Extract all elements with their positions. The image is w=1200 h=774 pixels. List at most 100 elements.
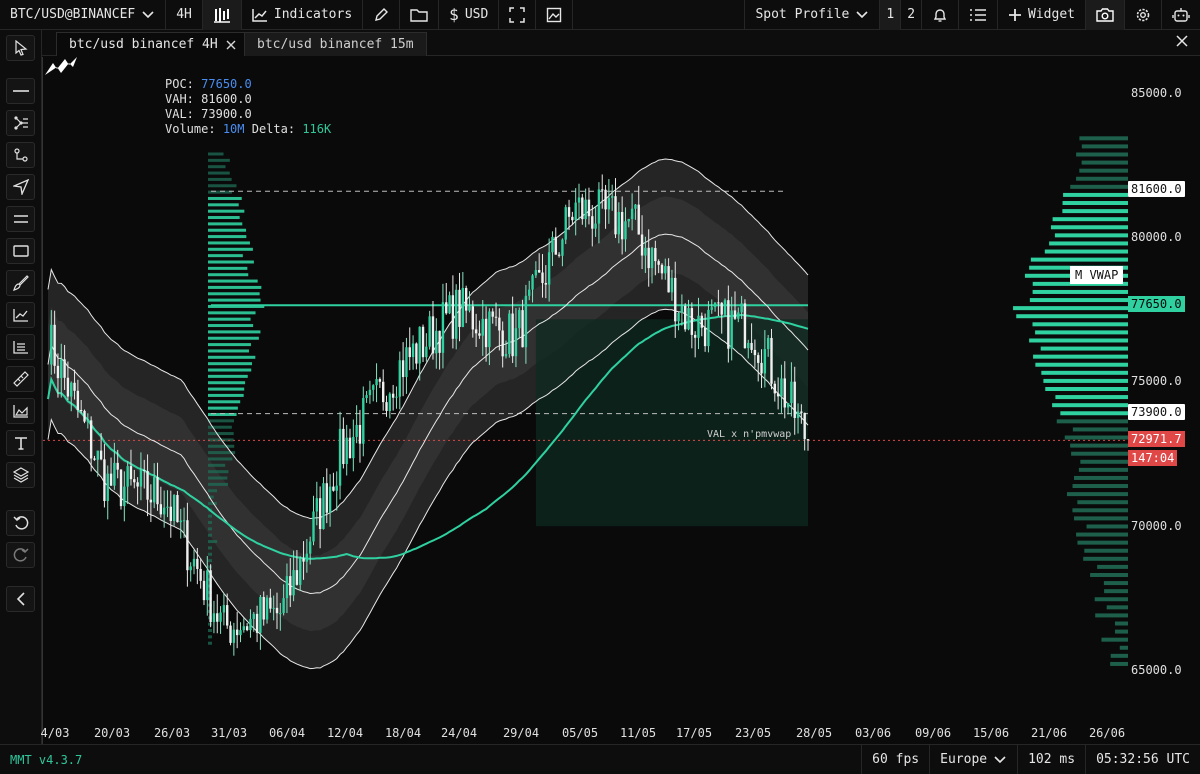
- chart-canvas[interactable]: [43, 57, 1200, 744]
- volume-profile-bar: [208, 457, 233, 461]
- volume-profile-bar: [1072, 508, 1128, 513]
- volume-profile-bar: [1035, 362, 1128, 367]
- candle-body: [584, 199, 587, 220]
- candle-body: [222, 605, 226, 613]
- area-tool-button[interactable]: [6, 398, 35, 424]
- volume-profile-bar: [1062, 201, 1128, 206]
- candle-body: [189, 566, 192, 571]
- volume-profile-bar: [1084, 548, 1128, 553]
- time-tick: 26/03: [153, 726, 191, 740]
- candle-body: [620, 212, 624, 240]
- candle-body: [597, 189, 601, 224]
- candle-body: [640, 234, 644, 256]
- cursor-tool-button[interactable]: [6, 35, 35, 61]
- candle-body: [441, 302, 445, 353]
- list-icon: [12, 341, 28, 354]
- alerts-button[interactable]: [922, 0, 960, 30]
- candle-body: [707, 309, 710, 347]
- redo-button[interactable]: [6, 542, 35, 568]
- candle-body: [66, 377, 70, 397]
- currency-button[interactable]: $ USD: [439, 0, 500, 30]
- profile-selector[interactable]: Spot Profile: [745, 0, 881, 30]
- candle-type-button[interactable]: [202, 0, 242, 30]
- volume-profile-bar: [1077, 540, 1128, 545]
- candle-body: [401, 360, 405, 378]
- candle-body: [670, 277, 674, 293]
- tab-btc-4h[interactable]: btc/usd binancef 4H: [56, 32, 249, 56]
- symbol-selector[interactable]: BTC/USD@BINANCEF: [0, 0, 167, 30]
- undo-icon: [12, 516, 28, 530]
- add-widget-button[interactable]: Widget: [998, 0, 1086, 30]
- close-icon[interactable]: [226, 40, 236, 50]
- layout-2-button[interactable]: 2: [901, 0, 923, 30]
- region-selector[interactable]: Europe: [929, 744, 1017, 774]
- candle-body: [53, 324, 56, 366]
- delta-value: 116K: [302, 122, 332, 136]
- fib-tool-button[interactable]: [6, 334, 35, 360]
- tab-btc-15m[interactable]: btc/usd binancef 15m: [244, 32, 427, 56]
- pitchfork-tool-button[interactable]: [6, 110, 35, 136]
- ruler-tool-button[interactable]: [6, 366, 35, 392]
- undo-button[interactable]: [6, 510, 35, 536]
- close-icon[interactable]: [1176, 35, 1188, 47]
- candle-body: [411, 343, 415, 358]
- indicators-button[interactable]: Indicators: [242, 0, 364, 30]
- parallel-lines-tool-button[interactable]: [6, 206, 35, 232]
- candle-body: [216, 613, 219, 622]
- volume-profile-bar: [1077, 500, 1128, 505]
- camera-icon: [1096, 7, 1114, 22]
- candle-body: [531, 275, 534, 290]
- volume-profile-bar: [1074, 516, 1128, 521]
- candle-body: [730, 310, 733, 349]
- trend-tool-button[interactable]: [6, 302, 35, 328]
- collapse-toolbar-button[interactable]: [6, 586, 35, 612]
- settings-button[interactable]: [1125, 0, 1162, 30]
- volume-profile-bar: [1060, 411, 1128, 416]
- candle-body: [644, 247, 647, 256]
- arrow-icon: [12, 179, 29, 195]
- path-tool-button[interactable]: [6, 142, 35, 168]
- volume-profile-bar: [1114, 621, 1128, 626]
- candle-body: [408, 347, 411, 358]
- volume-value: 10M: [222, 122, 245, 136]
- fullscreen-button[interactable]: [499, 0, 537, 30]
- candle-body: [541, 272, 544, 284]
- volume-profile-bar: [208, 177, 232, 181]
- text-tool-button[interactable]: [6, 430, 35, 456]
- candle-body: [604, 189, 607, 210]
- volume-profile-bar: [208, 241, 250, 245]
- layers-tool-button[interactable]: [6, 462, 35, 488]
- volume-profile-bar: [208, 470, 229, 474]
- image-button[interactable]: [536, 0, 574, 30]
- folder-button[interactable]: [400, 0, 440, 30]
- candle-body: [607, 197, 611, 210]
- candle-body: [362, 398, 365, 444]
- candle-body: [770, 337, 773, 384]
- price-chart[interactable]: POC: 77650.0 VAH: 81600.0 VAL: 73900.0 V…: [41, 57, 1200, 744]
- draw-button[interactable]: [363, 0, 401, 30]
- candle-body: [766, 337, 770, 350]
- candle-body: [136, 482, 139, 487]
- candle-body: [567, 207, 571, 217]
- arrow-tool-button[interactable]: [6, 174, 35, 200]
- candle-body: [786, 403, 790, 408]
- rectangle-tool-button[interactable]: [6, 238, 35, 264]
- candle-body: [428, 316, 431, 347]
- candle-body: [425, 346, 428, 358]
- candle-body: [109, 473, 113, 486]
- latency-indicator: 102 ms: [1017, 744, 1085, 774]
- brush-tool-button[interactable]: [6, 270, 35, 296]
- candle-body: [557, 254, 561, 256]
- horizontal-line-tool-button[interactable]: [6, 78, 35, 104]
- timeframe-button[interactable]: 4H: [166, 0, 203, 30]
- rectangle-icon: [12, 245, 29, 257]
- layout-1-button[interactable]: 1: [880, 0, 902, 30]
- candle-body: [697, 315, 700, 338]
- watchlist-button[interactable]: [959, 0, 999, 30]
- latency-value: 102 ms: [1028, 752, 1076, 767]
- candle-body: [262, 597, 265, 620]
- candle-body: [372, 385, 375, 390]
- bot-button[interactable]: [1162, 0, 1200, 30]
- volume-profile-bar: [1030, 257, 1128, 262]
- screenshot-button[interactable]: [1086, 0, 1125, 30]
